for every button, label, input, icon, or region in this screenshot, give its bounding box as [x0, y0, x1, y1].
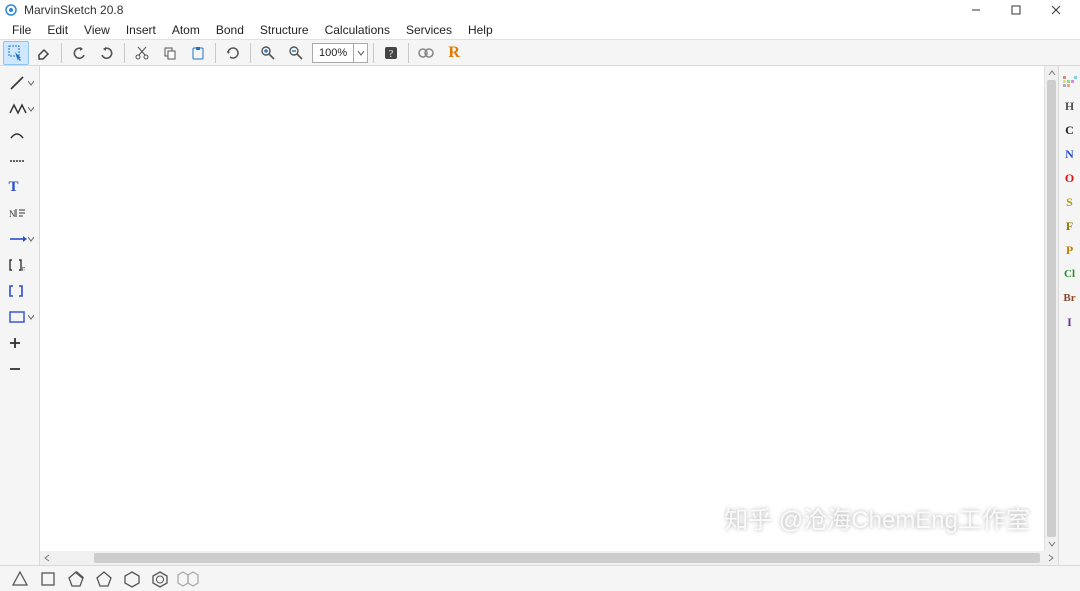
workspace: T N n 知乎 @沧海ChemEng工作室	[0, 66, 1080, 565]
zoom-select[interactable]: 100%	[312, 43, 368, 63]
rotate-button[interactable]	[220, 41, 246, 65]
close-button[interactable]	[1036, 0, 1076, 20]
drawing-canvas[interactable]: 知乎 @沧海ChemEng工作室	[40, 66, 1044, 551]
link-button[interactable]	[413, 41, 439, 65]
minus-tool[interactable]	[3, 357, 37, 381]
menu-file[interactable]: File	[4, 21, 39, 39]
menu-bond[interactable]: Bond	[208, 21, 252, 39]
template-hexagon[interactable]	[119, 567, 145, 591]
left-toolbar: T N n	[0, 66, 40, 565]
redo-button[interactable]	[94, 41, 120, 65]
titlebar: MarvinSketch 20.8	[0, 0, 1080, 20]
template-pentagon[interactable]	[91, 567, 117, 591]
element-s[interactable]: S	[1060, 190, 1080, 214]
element-c[interactable]: C	[1060, 118, 1080, 142]
arc-tool[interactable]	[3, 123, 37, 147]
chain-tool[interactable]	[3, 97, 37, 121]
element-br[interactable]: Br	[1060, 286, 1080, 310]
main-toolbar: 100% ? R	[0, 40, 1080, 66]
scroll-down-icon[interactable]	[1045, 537, 1058, 551]
scroll-thumb[interactable]	[94, 553, 1040, 563]
r-group-button[interactable]: R	[441, 41, 467, 65]
periodic-table-button[interactable]	[1060, 70, 1080, 94]
dashed-tool[interactable]	[3, 149, 37, 173]
chevron-down-icon	[28, 314, 34, 320]
minimize-button[interactable]	[956, 0, 996, 20]
plus-tool[interactable]	[3, 331, 37, 355]
bracket-tool[interactable]	[3, 279, 37, 303]
element-cl[interactable]: Cl	[1060, 262, 1080, 286]
template-fused[interactable]	[175, 567, 201, 591]
template-cyclopentadiene[interactable]	[63, 567, 89, 591]
toolbar-sep	[215, 43, 216, 63]
menu-structure[interactable]: Structure	[252, 21, 317, 39]
element-o[interactable]: O	[1060, 166, 1080, 190]
menu-view[interactable]: View	[76, 21, 118, 39]
menu-calculations[interactable]: Calculations	[317, 21, 398, 39]
scroll-up-icon[interactable]	[1045, 66, 1058, 80]
template-square[interactable]	[35, 567, 61, 591]
zoom-value: 100%	[313, 47, 353, 59]
toolbar-sep	[373, 43, 374, 63]
copy-button[interactable]	[157, 41, 183, 65]
element-p[interactable]: P	[1060, 238, 1080, 262]
right-toolbar: H C N O S F P Cl Br I	[1058, 66, 1080, 565]
toolbar-sep	[250, 43, 251, 63]
window-title: MarvinSketch 20.8	[24, 3, 123, 17]
maximize-button[interactable]	[996, 0, 1036, 20]
chevron-down-icon	[28, 236, 34, 242]
name-tool[interactable]: N	[3, 201, 37, 225]
undo-button[interactable]	[66, 41, 92, 65]
help-button[interactable]: ?	[378, 41, 404, 65]
chevron-down-icon	[353, 44, 367, 62]
toolbar-sep	[408, 43, 409, 63]
element-h[interactable]: H	[1060, 94, 1080, 118]
scroll-thumb[interactable]	[1047, 80, 1056, 537]
toolbar-sep	[124, 43, 125, 63]
box-tool[interactable]	[3, 305, 37, 329]
menubar: File Edit View Insert Atom Bond Structur…	[0, 20, 1080, 40]
canvas-area: 知乎 @沧海ChemEng工作室	[40, 66, 1058, 565]
scroll-right-icon[interactable]	[1044, 551, 1058, 565]
select-tool[interactable]	[3, 41, 29, 65]
menu-atom[interactable]: Atom	[164, 21, 208, 39]
erase-tool[interactable]	[31, 41, 57, 65]
menu-help[interactable]: Help	[460, 21, 501, 39]
template-benzene[interactable]	[147, 567, 173, 591]
menu-insert[interactable]: Insert	[118, 21, 164, 39]
svg-text:N: N	[9, 209, 16, 219]
element-n[interactable]: N	[1060, 142, 1080, 166]
vertical-scrollbar[interactable]	[1044, 66, 1058, 551]
app-icon	[4, 3, 18, 17]
toolbar-sep	[61, 43, 62, 63]
chevron-down-icon	[28, 106, 34, 112]
zoom-in-button[interactable]	[255, 41, 281, 65]
horizontal-scrollbar[interactable]	[40, 551, 1058, 565]
scroll-left-icon[interactable]	[40, 551, 54, 565]
bracket-n-tool[interactable]: n	[3, 253, 37, 277]
bond-tool[interactable]	[3, 71, 37, 95]
bottom-toolbar	[0, 565, 1080, 591]
template-triangle[interactable]	[7, 567, 33, 591]
watermark: 知乎 @沧海ChemEng工作室	[724, 500, 1030, 535]
menu-services[interactable]: Services	[398, 21, 460, 39]
element-i[interactable]: I	[1060, 310, 1080, 334]
paste-button[interactable]	[185, 41, 211, 65]
zoom-out-button[interactable]	[283, 41, 309, 65]
chevron-down-icon	[28, 80, 34, 86]
svg-text:n: n	[22, 266, 25, 272]
menu-edit[interactable]: Edit	[39, 21, 76, 39]
element-f[interactable]: F	[1060, 214, 1080, 238]
svg-text:?: ?	[389, 49, 394, 60]
arrow-tool[interactable]	[3, 227, 37, 251]
text-tool[interactable]: T	[3, 175, 37, 199]
cut-button[interactable]	[129, 41, 155, 65]
